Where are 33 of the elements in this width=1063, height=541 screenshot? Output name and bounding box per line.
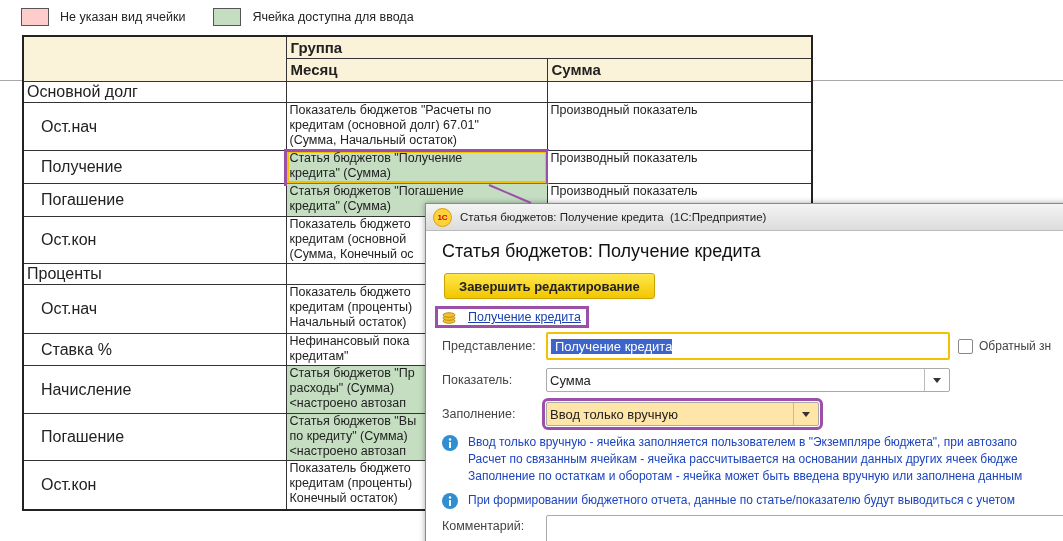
column-header: Месяц bbox=[286, 58, 547, 82]
row-label: Погашение bbox=[23, 183, 286, 217]
row-label: Ост.кон bbox=[23, 216, 286, 264]
caret-icon bbox=[933, 377, 941, 383]
input-field[interactable]: Получение кредита bbox=[546, 332, 950, 360]
caret-icon bbox=[802, 411, 810, 417]
field-label: Комментарий: bbox=[442, 519, 526, 533]
group-header: Группа bbox=[286, 36, 812, 59]
row-label: Погашение bbox=[23, 413, 286, 461]
annotation-line bbox=[488, 184, 532, 204]
row-label: Ост.нач bbox=[23, 102, 286, 151]
table-cell[interactable]: Производный показатель bbox=[547, 102, 812, 151]
row-label: Начисление bbox=[23, 365, 286, 414]
section-label: Проценты bbox=[23, 263, 286, 285]
coins-icon bbox=[442, 310, 456, 324]
field-label: Представление: bbox=[442, 339, 537, 353]
info-icon bbox=[442, 493, 458, 509]
app-logo: 1С bbox=[433, 207, 452, 227]
dropdown-field[interactable]: Сумма bbox=[546, 368, 950, 392]
section-label: Основной долг bbox=[23, 81, 286, 103]
table-cell[interactable]: Производный показатель bbox=[547, 150, 812, 184]
comment-field[interactable] bbox=[546, 515, 1063, 541]
legend-label: Ячейка доступна для ввода bbox=[252, 10, 414, 24]
info-icon bbox=[442, 435, 458, 451]
finish-editing-button[interactable]: Завершить редактирование bbox=[444, 273, 655, 299]
field-label: Показатель: bbox=[442, 373, 514, 387]
column-header: Сумма bbox=[547, 58, 812, 82]
reverse-checkbox[interactable]: Обратный зн bbox=[958, 338, 1052, 354]
row-label: Ставка % bbox=[23, 333, 286, 366]
row-label: Ост.нач bbox=[23, 284, 286, 334]
legend-label: Не указан вид ячейки bbox=[60, 10, 186, 24]
table-cell[interactable]: Статья бюджетов "Получение кредита" (Сумма) bbox=[286, 150, 547, 184]
table-cell[interactable]: Показатель бюджетов "Расчеты по кредитам (основной долг) 67.01" (Сумма, Начальный остаток) bbox=[286, 102, 547, 151]
